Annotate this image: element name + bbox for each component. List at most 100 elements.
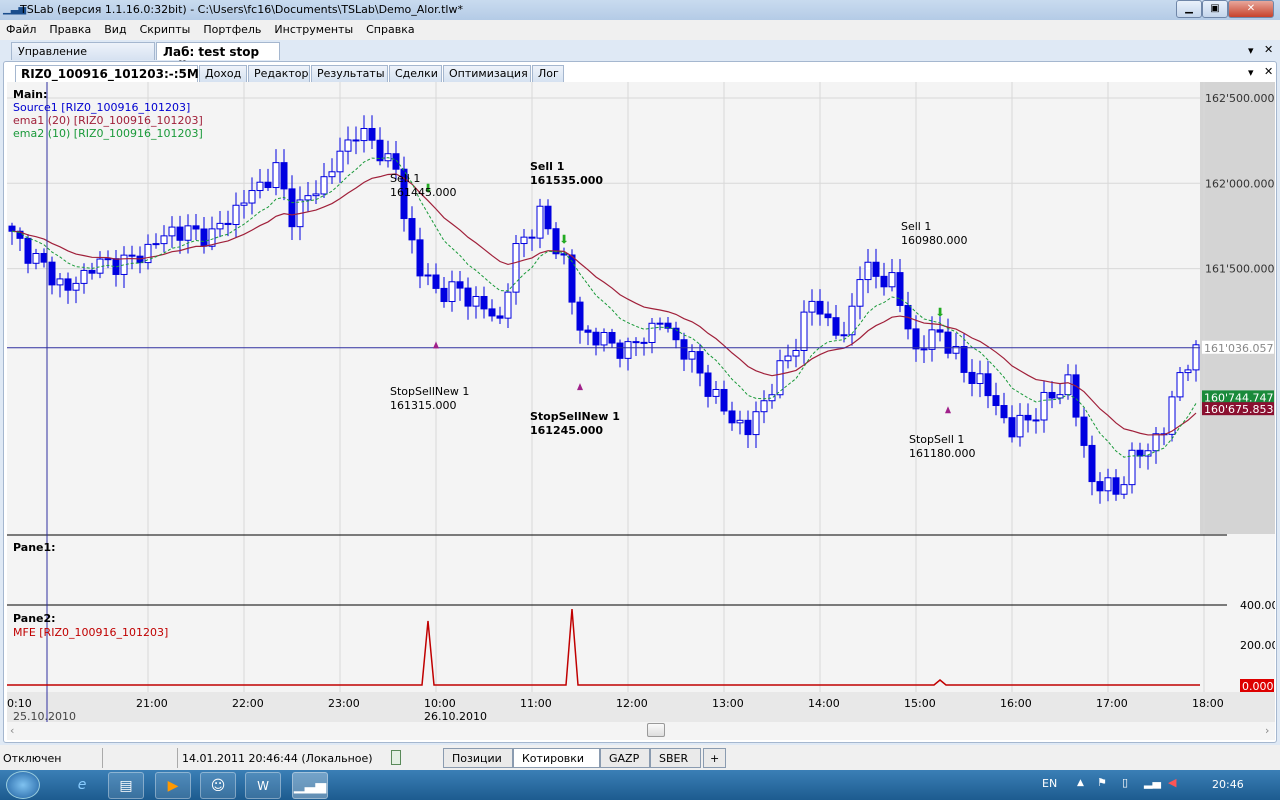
- candle-bearish: [440, 287, 448, 303]
- candle-bullish: [976, 373, 984, 384]
- candle-bullish: [624, 341, 632, 359]
- candle-bullish: [1056, 394, 1064, 399]
- word-icon[interactable]: W: [245, 772, 281, 799]
- tab-chart[interactable]: RIZ0_100916_101203:-:5M: [15, 65, 199, 82]
- menu-file[interactable]: Файл: [0, 20, 43, 36]
- scroll-left-icon[interactable]: ‹: [10, 724, 14, 737]
- time-label: 12:00: [616, 697, 648, 710]
- title-bar: ▁▃▅ TSLab (версия 1.1.16.0:32bit) - C:\U…: [0, 0, 1280, 20]
- candle-bearish: [984, 373, 992, 397]
- candle-bearish: [88, 269, 96, 274]
- candle-bullish: [472, 295, 480, 307]
- annotation-value: 160980.000: [901, 234, 967, 247]
- tab-gazp[interactable]: GAZP: [600, 748, 650, 768]
- candle-bearish: [368, 127, 376, 141]
- annotation-value: 161315.000: [390, 399, 456, 412]
- candle-bullish: [424, 274, 432, 277]
- candle-bullish: [1192, 344, 1200, 371]
- candle-bearish: [128, 254, 136, 257]
- time-label: 20:10: [7, 697, 32, 710]
- menu-tools[interactable]: Инструменты: [268, 20, 360, 36]
- ema1-line: [11, 173, 1197, 436]
- menu-help[interactable]: Справка: [360, 20, 421, 36]
- tab-optimization[interactable]: Оптимизация: [443, 65, 531, 82]
- tab-quotes[interactable]: Котировки: [513, 748, 600, 768]
- scroll-right-icon[interactable]: ›: [1265, 724, 1269, 737]
- horizontal-scrollbar[interactable]: ‹ ›: [7, 722, 1275, 740]
- language-indicator[interactable]: EN: [1042, 777, 1057, 790]
- time-label: 16:00: [1000, 697, 1032, 710]
- media-player-icon[interactable]: ▶: [155, 772, 191, 799]
- start-button[interactable]: [6, 771, 40, 799]
- network-icon[interactable]: ▂▄: [1144, 776, 1161, 789]
- candle-bullish: [656, 322, 664, 325]
- candle-bearish: [352, 139, 360, 142]
- status-datetime: 14.01.2011 20:46:44 (Локальное): [182, 752, 373, 765]
- action-center-icon[interactable]: ⚑: [1097, 776, 1107, 789]
- tab-menu-icon[interactable]: ▾: [1248, 44, 1254, 57]
- tab-trades[interactable]: Сделки: [389, 65, 442, 82]
- time-label: 18:00: [1192, 697, 1224, 710]
- price-tick-label: 161'500.000: [1205, 263, 1275, 276]
- tab-sber[interactable]: SBER: [650, 748, 701, 768]
- battery-icon[interactable]: ▯: [1122, 776, 1128, 789]
- candle-bearish: [1024, 414, 1032, 421]
- tab-positions[interactable]: Позиции: [443, 748, 513, 768]
- volume-icon[interactable]: ◀: [1168, 776, 1176, 789]
- close-tab-icon[interactable]: ✕: [1264, 43, 1273, 56]
- explorer-icon[interactable]: ▤: [108, 772, 144, 799]
- candle-bullish: [312, 193, 320, 197]
- pane2-tick-label: 200.000: [1240, 639, 1275, 652]
- notes-icon[interactable]: [391, 750, 401, 765]
- menu-edit[interactable]: Правка: [43, 20, 98, 36]
- time-label: 14:00: [808, 697, 840, 710]
- maximize-button[interactable]: ▣: [1202, 0, 1228, 18]
- minimize-button[interactable]: ▁: [1176, 0, 1202, 18]
- close-subtab-icon[interactable]: ✕: [1264, 65, 1273, 78]
- candle-bearish: [40, 253, 48, 263]
- candle-bearish: [1008, 417, 1016, 438]
- candle-bearish: [544, 205, 552, 230]
- annotation-label: StopSellNew 1: [530, 410, 620, 423]
- pane1-label: Pane1:: [13, 541, 56, 554]
- mfe-line: [7, 608, 1200, 686]
- tab-log[interactable]: Лог: [532, 65, 564, 82]
- candle-bullish: [1064, 374, 1072, 396]
- candle-bearish: [1136, 449, 1144, 457]
- candle-bullish: [600, 331, 608, 346]
- tray-expand-icon[interactable]: ▲: [1077, 778, 1084, 788]
- candle-bearish: [64, 278, 72, 291]
- candle-bearish: [920, 348, 928, 351]
- add-tab-button[interactable]: +: [703, 748, 726, 768]
- date-label: 25.10.2010: [13, 710, 76, 722]
- tab-lab[interactable]: Лаб: test stop sell: [156, 42, 280, 73]
- last-price-label: 161'036.057: [1204, 342, 1274, 355]
- candle-bearish: [816, 300, 824, 315]
- candle-bearish: [496, 315, 504, 319]
- tab-income[interactable]: Доход: [199, 65, 247, 82]
- close-button[interactable]: ✕: [1228, 0, 1274, 18]
- price-tick-label: 162'500.000: [1205, 92, 1275, 105]
- time-label: 21:00: [136, 697, 168, 710]
- candle-bearish: [960, 346, 968, 373]
- legend-source: Source1 [RIZ0_100916_101203]: [13, 101, 191, 114]
- annotation-label: Sell 1: [390, 172, 420, 185]
- chart-area[interactable]: 162'500.000 162'000.000 161'500.000 ⬇ ⬇ ⬇ 161'…: [7, 82, 1275, 722]
- tab-script-management[interactable]: Управление скриптами: [11, 42, 155, 71]
- tab-results[interactable]: Результаты: [311, 65, 388, 82]
- subtab-menu-icon[interactable]: ▾: [1248, 66, 1254, 79]
- tslab-taskbar-icon[interactable]: ▁▃▅: [292, 772, 328, 799]
- candle-bearish: [24, 237, 32, 264]
- ie-icon[interactable]: e: [64, 772, 100, 799]
- sell-arrow-icon: ⬇: [559, 232, 569, 246]
- menu-scripts[interactable]: Скрипты: [134, 20, 198, 36]
- messenger-icon[interactable]: ☺: [200, 772, 236, 799]
- menu-portfolio[interactable]: Портфель: [197, 20, 268, 36]
- tab-editor[interactable]: Редактор: [248, 65, 310, 82]
- candle-bullish: [320, 176, 328, 195]
- scrollbar-thumb[interactable]: [647, 723, 665, 737]
- candle-bearish: [592, 331, 600, 346]
- clock[interactable]: 20:46: [1212, 778, 1244, 791]
- candle-bullish: [848, 305, 856, 336]
- menu-view[interactable]: Вид: [98, 20, 133, 36]
